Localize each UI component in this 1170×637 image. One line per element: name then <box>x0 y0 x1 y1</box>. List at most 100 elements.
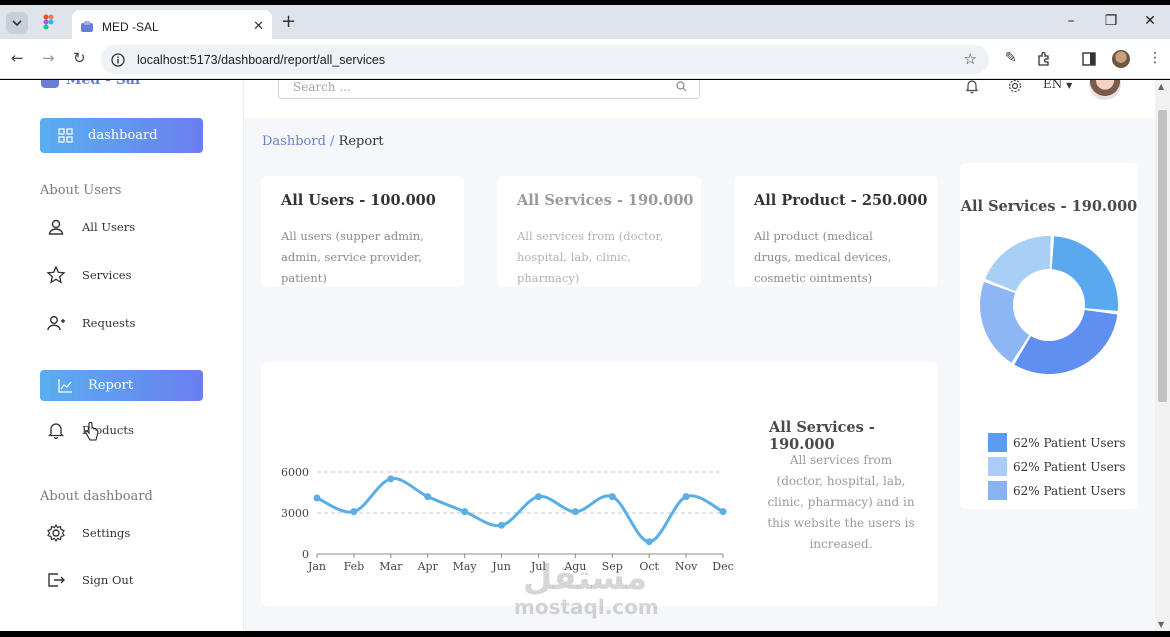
x-tick-label: Mar <box>379 560 403 573</box>
stat-card-users[interactable]: All Users - 100.000 All users (supper ad… <box>261 176 464 287</box>
data-point[interactable] <box>387 475 395 483</box>
search-placeholder: Search ... <box>293 80 351 94</box>
address-bar[interactable]: localhost:5173/dashboard/report/all_serv… <box>101 45 989 74</box>
sidebar-item-label: Sign Out <box>82 573 134 587</box>
donut-slice[interactable] <box>1014 309 1118 374</box>
legend-label: 62% Patient Users <box>1013 435 1126 450</box>
x-tick-label: Feb <box>344 560 365 573</box>
stat-card-services[interactable]: All Services - 190.000 All services from… <box>497 176 701 287</box>
y-tick-label: 3000 <box>281 507 309 520</box>
x-tick-label: Jan <box>307 560 326 573</box>
tab-search-button[interactable] <box>6 12 28 34</box>
card-title: All Services - 190.000 <box>517 192 694 209</box>
hand-cursor-icon <box>85 422 99 441</box>
legend-swatch <box>988 457 1007 476</box>
user-icon <box>48 219 64 235</box>
dashboard-button[interactable]: dashboard <box>40 118 203 153</box>
report-button[interactable]: Report <box>40 370 203 401</box>
profile-avatar-icon[interactable] <box>1112 50 1130 68</box>
legend-item: 62% Patient Users <box>988 457 1126 476</box>
data-point[interactable] <box>608 493 616 501</box>
sidebar-item-label: All Users <box>82 220 136 234</box>
sidebar-item-requests[interactable]: Requests <box>46 313 135 333</box>
reload-icon[interactable]: ↻ <box>73 49 86 67</box>
info-icon[interactable] <box>111 52 125 67</box>
grid-icon <box>58 128 73 143</box>
bookmark-star-icon[interactable]: ☆ <box>964 50 977 68</box>
section-title-users: About Users <box>40 183 122 198</box>
x-tick-label: Dec <box>712 560 734 573</box>
browser-tab-strip: MED -SAL ✕ + – ❐ ✕ <box>0 5 1170 43</box>
x-tick-label: Jun <box>491 560 511 573</box>
legend-swatch <box>988 481 1007 500</box>
page-scrollbar[interactable]: ▲ ▼ <box>1155 80 1170 631</box>
scroll-up-arrow-icon[interactable]: ▲ <box>1158 82 1164 91</box>
extensions-puzzle-icon[interactable] <box>1036 51 1052 67</box>
watermark-arabic: مستقل <box>522 558 648 598</box>
eyedropper-icon[interactable]: ✎ <box>1005 50 1017 66</box>
sidebar-item-services[interactable]: Services <box>46 265 132 285</box>
sidebar-item-sign-out[interactable]: Sign Out <box>46 570 133 590</box>
user-plus-icon <box>47 316 65 331</box>
trend-line-icon <box>58 379 72 393</box>
card-description: All product (medical drugs, medical devi… <box>754 229 892 285</box>
data-point[interactable] <box>645 538 653 546</box>
line-card-description: All services from (doctor, hospital, lab… <box>767 453 915 551</box>
search-icon[interactable] <box>676 81 687 92</box>
close-icon[interactable]: ✕ <box>253 19 264 34</box>
window-close-icon[interactable]: ✕ <box>1140 13 1160 29</box>
bell-icon <box>47 423 65 440</box>
watermark: مستقل mostaql.com <box>514 558 659 618</box>
breadcrumb-link[interactable]: Dashbord <box>262 134 326 149</box>
page: Med - Sal dashboard About Users All User… <box>0 80 1170 631</box>
legend-label: 62% Patient Users <box>1013 483 1126 498</box>
chevron-down-icon <box>12 20 22 26</box>
caret-down-icon: ▼ <box>1066 81 1073 90</box>
card-title: All Users - 100.000 <box>281 192 436 209</box>
donut-chart <box>980 236 1118 374</box>
settings-gear-icon[interactable] <box>1007 80 1023 94</box>
stat-card-products[interactable]: All Product - 250.000 All product (medic… <box>734 176 938 287</box>
more-vertical-icon[interactable]: ⋮ <box>1148 50 1162 66</box>
data-point[interactable] <box>350 508 358 516</box>
minimize-icon[interactable]: – <box>1061 13 1081 29</box>
language-label: EN <box>1043 80 1063 91</box>
data-point[interactable] <box>682 493 690 501</box>
donut-slice[interactable] <box>1051 236 1118 312</box>
sidebar-item-all-users[interactable]: All Users <box>46 217 135 237</box>
forward-arrow-icon[interactable]: → <box>42 49 55 67</box>
notification-bell-icon[interactable] <box>964 80 980 94</box>
sidebar-item-settings[interactable]: Settings <box>46 523 130 543</box>
y-tick-label: 6000 <box>281 466 309 479</box>
sidebar-item-label: Requests <box>82 316 136 330</box>
card-description: All services from (doctor, hospital, lab… <box>517 229 664 285</box>
card-title: All Product - 250.000 <box>754 192 928 209</box>
data-point[interactable] <box>424 493 432 501</box>
data-point[interactable] <box>571 508 579 516</box>
search-input[interactable]: Search ... <box>278 80 700 99</box>
data-point[interactable] <box>461 508 469 516</box>
side-panel-icon[interactable] <box>1082 52 1096 66</box>
scroll-down-arrow-icon[interactable]: ▼ <box>1158 620 1164 629</box>
data-point[interactable] <box>313 494 321 502</box>
donut-slice[interactable] <box>980 282 1030 363</box>
line-card-title: All Services - 190.000 <box>769 419 875 453</box>
data-point[interactable] <box>498 521 506 529</box>
data-point[interactable] <box>719 508 727 516</box>
breadcrumb-separator: / <box>330 134 335 149</box>
language-selector[interactable]: EN ▼ <box>1043 80 1072 91</box>
donut-slice[interactable] <box>985 236 1051 292</box>
breadcrumb: Dashbord / Report <box>262 134 384 149</box>
plus-icon[interactable]: + <box>281 11 296 32</box>
restore-icon[interactable]: ❐ <box>1101 13 1121 29</box>
figma-icon[interactable] <box>41 14 57 30</box>
logo-text: Med - Sal <box>66 80 141 88</box>
data-point[interactable] <box>534 493 542 501</box>
sidebar-item-label: Services <box>82 268 132 282</box>
legend-swatch <box>988 433 1007 452</box>
back-arrow-icon[interactable]: ← <box>11 49 24 67</box>
line-chart: 030006000Jan Feb Mar Apr May Jun Jul Agu Sep Oct N… <box>281 466 734 573</box>
scroll-thumb[interactable] <box>1158 110 1167 402</box>
x-tick-label: Nov <box>675 560 698 573</box>
tab-title: MED -SAL <box>102 19 159 34</box>
